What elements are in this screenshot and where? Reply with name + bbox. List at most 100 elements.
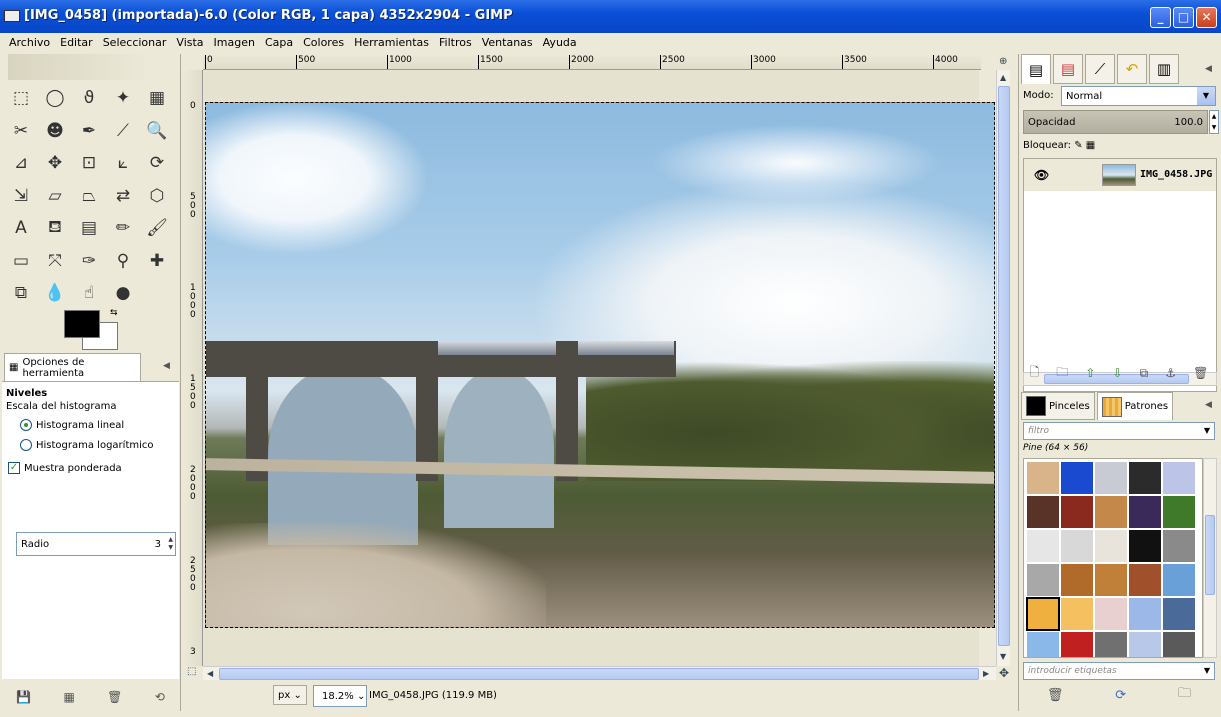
heal-icon[interactable]: ✚ xyxy=(140,245,174,278)
paintbrush-icon[interactable]: 🖌 xyxy=(140,212,174,245)
pattern-swatch[interactable] xyxy=(1094,461,1128,495)
pattern-swatch[interactable] xyxy=(1128,495,1162,529)
tab-tool-options[interactable]: ▦ Opciones de herramienta xyxy=(4,353,141,381)
reset-options-icon[interactable]: ⟲ xyxy=(155,690,165,704)
layer-row[interactable]: 👁 IMG_0458.JPG xyxy=(1024,159,1216,191)
free-select-icon[interactable]: ϑ xyxy=(72,82,106,115)
foreground-select-icon[interactable]: ☻ xyxy=(38,115,72,148)
tab-undo[interactable]: ↶ xyxy=(1117,54,1147,84)
clone-icon[interactable]: ⚲ xyxy=(106,245,140,278)
swap-colors-icon[interactable]: ⇆ xyxy=(110,308,118,318)
radius-spin-arrows-icon[interactable]: ▲ ▼ xyxy=(168,536,173,552)
pattern-swatch[interactable] xyxy=(1026,461,1060,495)
tags-input[interactable]: introducir etiquetas ▼ xyxy=(1023,662,1215,680)
pattern-swatch[interactable] xyxy=(1026,529,1060,563)
foreground-color-swatch[interactable] xyxy=(64,310,100,338)
scale-icon[interactable]: ⇲ xyxy=(4,180,38,213)
image-canvas[interactable] xyxy=(205,102,995,628)
cage-icon[interactable]: ⬡ xyxy=(140,180,174,213)
pattern-swatch[interactable] xyxy=(1026,495,1060,529)
horizontal-ruler[interactable]: 0 500 1000 1500 2000 2500 3000 3500 4000 xyxy=(203,54,981,70)
menu-herramientas[interactable]: Herramientas xyxy=(349,35,434,53)
vertical-scroll-thumb[interactable] xyxy=(998,86,1010,646)
scroll-up-icon[interactable]: ▲ xyxy=(1000,73,1006,82)
pattern-swatch[interactable] xyxy=(1026,597,1060,631)
pattern-swatch[interactable] xyxy=(1128,631,1162,657)
radio-log-indicator[interactable] xyxy=(20,439,32,451)
chevron-down-icon[interactable]: ▼ xyxy=(1204,426,1210,435)
menu-colores[interactable]: Colores xyxy=(298,35,349,53)
tab-gradients[interactable]: ▥ xyxy=(1149,54,1179,84)
pattern-swatch[interactable] xyxy=(1162,597,1196,631)
chevron-down-icon[interactable]: ▼ xyxy=(1204,666,1210,675)
shear-icon[interactable]: ▱ xyxy=(38,180,72,213)
rect-select-icon[interactable]: ⬚ xyxy=(4,82,38,115)
select-by-color-icon[interactable]: ▦ xyxy=(140,82,174,115)
close-button[interactable]: ✕ xyxy=(1196,7,1217,28)
pattern-swatch[interactable] xyxy=(1128,563,1162,597)
radio-linear-indicator[interactable] xyxy=(20,419,32,431)
blend-icon[interactable]: ▤ xyxy=(72,212,106,245)
pattern-swatch[interactable] xyxy=(1060,529,1094,563)
delete-options-icon[interactable]: 🗑 xyxy=(107,690,122,704)
align-icon[interactable]: ⊡ xyxy=(72,147,106,180)
airbrush-icon[interactable]: ⤧ xyxy=(38,245,72,278)
pattern-swatch[interactable] xyxy=(1060,495,1094,529)
pattern-swatch[interactable] xyxy=(1060,563,1094,597)
zoom-icon[interactable]: 🔍 xyxy=(140,115,174,148)
pattern-swatch[interactable] xyxy=(1060,597,1094,631)
scissors-select-icon[interactable]: ✂ xyxy=(4,115,38,148)
pattern-swatch[interactable] xyxy=(1026,563,1060,597)
pattern-swatch[interactable] xyxy=(1060,631,1094,657)
pattern-swatch[interactable] xyxy=(1094,597,1128,631)
new-layer-icon[interactable]: 🗋 xyxy=(1030,363,1040,384)
pattern-swatch[interactable] xyxy=(1128,529,1162,563)
vertical-ruler[interactable]: 0 500 1000 1500 2000 2500 3 xyxy=(183,70,203,666)
zoom-image-icon[interactable]: ⊕ xyxy=(999,56,1007,67)
layers-menu-icon[interactable]: ◀ xyxy=(1205,64,1212,74)
pattern-swatch[interactable] xyxy=(1162,495,1196,529)
unit-selector[interactable]: px ⌄ xyxy=(273,685,307,705)
chevron-down-icon[interactable]: ▼ xyxy=(1197,87,1215,105)
pattern-swatch[interactable] xyxy=(1026,631,1060,657)
save-options-icon[interactable]: 💾 xyxy=(16,690,31,704)
pattern-filter-input[interactable]: filtro ▼ xyxy=(1023,422,1215,440)
opacity-spin-icon[interactable]: ▲ ▼ xyxy=(1209,110,1219,134)
tool-options-menu-icon[interactable]: ◀ xyxy=(163,361,170,371)
restore-options-icon[interactable]: ▦ xyxy=(63,690,74,704)
vertical-scrollbar[interactable]: ▲ ▼ xyxy=(996,70,1010,666)
pattern-swatch[interactable] xyxy=(1060,461,1094,495)
quick-mask-icon[interactable]: ⬚ xyxy=(187,666,196,677)
pattern-swatch[interactable] xyxy=(1162,631,1196,657)
anchor-layer-icon[interactable]: ⚓ xyxy=(1165,366,1176,380)
pattern-swatch[interactable] xyxy=(1162,563,1196,597)
visibility-eye-icon[interactable]: 👁 xyxy=(1034,168,1049,182)
horizontal-scrollbar[interactable]: ◀ ▶ xyxy=(203,666,996,680)
tab-brushes[interactable]: Pinceles xyxy=(1021,392,1095,420)
lock-alpha-icon[interactable]: ▦ xyxy=(1086,140,1095,151)
delete-pattern-icon[interactable]: 🗑 xyxy=(1047,688,1064,703)
scroll-down-icon[interactable]: ▼ xyxy=(1000,652,1006,661)
minimize-button[interactable]: _ xyxy=(1150,7,1171,28)
patterns-scrollbar[interactable] xyxy=(1203,458,1217,658)
perspective-clone-icon[interactable]: ⧉ xyxy=(4,277,38,310)
pattern-swatch[interactable] xyxy=(1094,563,1128,597)
perspective-icon[interactable]: ⏢ xyxy=(72,180,106,213)
pattern-swatch[interactable] xyxy=(1094,529,1128,563)
horizontal-scroll-thumb[interactable] xyxy=(219,668,979,680)
fuzzy-select-icon[interactable]: ✦ xyxy=(106,82,140,115)
menu-archivo[interactable]: Archivo xyxy=(4,35,55,53)
dodge-burn-icon[interactable]: ● xyxy=(106,277,140,310)
blur-icon[interactable]: 💧 xyxy=(38,277,72,310)
raise-layer-icon[interactable]: ⇧ xyxy=(1085,366,1095,380)
duplicate-layer-icon[interactable]: ⧉ xyxy=(1140,366,1149,381)
lock-pixels-icon[interactable]: ✎ xyxy=(1074,140,1082,151)
refresh-patterns-icon[interactable]: ⟳ xyxy=(1115,688,1126,703)
menu-ventanas[interactable]: Ventanas xyxy=(477,35,538,53)
tab-channels[interactable]: ▤ xyxy=(1053,54,1083,84)
patterns-scroll-thumb[interactable] xyxy=(1205,515,1215,595)
eraser-icon[interactable]: ▭ xyxy=(4,245,38,278)
open-pattern-folder-icon[interactable]: 🗀 xyxy=(1178,684,1191,706)
radius-spinner[interactable]: Radio 3 ▲ ▼ xyxy=(16,532,176,556)
pattern-swatch[interactable] xyxy=(1094,631,1128,657)
